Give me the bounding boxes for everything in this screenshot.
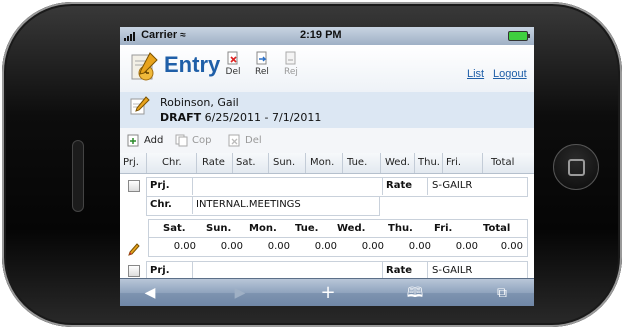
wifi-icon: ≈ xyxy=(180,30,186,41)
forward-icon[interactable]: ▶ xyxy=(230,284,250,302)
battery-icon xyxy=(508,31,530,41)
employee-name: Robinson, Gail xyxy=(160,96,239,109)
period-range: 6/25/2011 - 7/1/2011 xyxy=(204,111,322,124)
thu-hours[interactable]: 0.00 xyxy=(391,241,431,252)
sat-hours[interactable]: 0.00 xyxy=(156,241,196,252)
pages-icon[interactable]: ⧉ xyxy=(492,284,512,302)
prj-label: Prj. xyxy=(150,180,170,191)
timesheet-entry-icon xyxy=(131,52,158,81)
chr-label: Chr. xyxy=(150,199,172,210)
phone-frame: Carrier ≈ 2:19 PM Entry Del Rel Rej List… xyxy=(2,2,622,327)
screen: Carrier ≈ 2:19 PM Entry Del Rel Rej List… xyxy=(120,27,534,306)
copy-icon xyxy=(175,134,188,147)
safari-toolbar: ◀ ▶ + 🕮 ⧉ xyxy=(120,278,534,306)
bookmarks-icon[interactable]: 🕮 xyxy=(405,284,425,302)
app-header: Entry Del Rel Rej List Logout xyxy=(120,45,534,93)
rate-label: Rate xyxy=(386,180,413,191)
total-hours: 0.00 xyxy=(500,241,523,252)
delete-doc-icon xyxy=(227,51,238,65)
col-rate: Rate xyxy=(202,157,225,168)
carrier-name: Carrier xyxy=(141,29,178,41)
add-bookmark-icon[interactable]: + xyxy=(318,284,338,302)
col-sun: Sun. xyxy=(273,157,296,168)
reject-doc-icon xyxy=(285,51,296,65)
wed-hours[interactable]: 0.00 xyxy=(344,241,384,252)
release-button[interactable]: Rel xyxy=(249,51,275,77)
col-fri: Fri. xyxy=(446,157,462,168)
back-icon[interactable]: ◀ xyxy=(140,284,160,302)
logout-link[interactable]: Logout xyxy=(493,68,527,80)
entry-checkbox[interactable] xyxy=(128,265,140,277)
reject-button[interactable]: Rej xyxy=(278,51,304,77)
col-total: Total xyxy=(491,157,515,168)
edit-sheet-icon xyxy=(130,96,150,115)
rate-value[interactable]: S-GAILR xyxy=(432,180,472,191)
day-hours-grid: Sat. Sun. Mon. Tue. Wed. Thu. Fri. Total… xyxy=(148,219,528,257)
prj-value[interactable] xyxy=(196,180,382,192)
column-header-row: Prj. Chr. Rate Sat. Sun. Mon. Tue. Wed. … xyxy=(120,153,534,174)
mon-hours[interactable]: 0.00 xyxy=(250,241,290,252)
release-doc-icon xyxy=(256,51,267,65)
col-tue: Tue. xyxy=(347,157,368,168)
signal-bars-icon xyxy=(124,29,136,41)
status-bar: Carrier ≈ 2:19 PM xyxy=(120,27,534,45)
timesheet-entry: Prj. Rate S-GAILR xyxy=(120,261,534,281)
col-wed: Wed. xyxy=(385,157,410,168)
fri-hours[interactable]: 0.00 xyxy=(438,241,478,252)
home-button[interactable] xyxy=(553,144,599,190)
action-bar: Add Cop Del xyxy=(120,128,534,154)
col-mon: Mon. xyxy=(310,157,335,168)
col-thu: Thu. xyxy=(418,157,440,168)
col-prj: Prj. xyxy=(123,157,139,168)
add-button[interactable]: Add xyxy=(124,132,167,149)
employee-info: Robinson, Gail DRAFT 6/25/2011 - 7/1/201… xyxy=(120,92,534,129)
list-link[interactable]: List xyxy=(467,68,484,80)
col-chr: Chr. xyxy=(162,157,182,168)
prj-label: Prj. xyxy=(150,265,170,276)
add-icon xyxy=(127,134,139,147)
timesheet-entry: Prj. Rate S-GAILR Chr. INTERNAL.MEETINGS… xyxy=(120,175,534,257)
speaker-slot xyxy=(72,140,84,212)
copy-button[interactable]: Cop xyxy=(172,132,215,149)
col-sat: Sat. xyxy=(236,157,256,168)
chr-value[interactable]: INTERNAL.MEETINGS xyxy=(196,199,301,210)
delete-icon xyxy=(228,134,240,147)
status-badge: DRAFT xyxy=(160,111,202,124)
page-title: Entry xyxy=(164,52,221,77)
rate-label: Rate xyxy=(386,265,413,276)
entry-checkbox[interactable] xyxy=(128,180,140,192)
tue-hours[interactable]: 0.00 xyxy=(297,241,337,252)
delete-button[interactable]: Del xyxy=(220,51,246,77)
rate-value[interactable]: S-GAILR xyxy=(432,265,472,276)
home-square-icon xyxy=(568,159,585,176)
sun-hours[interactable]: 0.00 xyxy=(203,241,243,252)
status-time: 2:19 PM xyxy=(300,29,342,41)
delete-row-button[interactable]: Del xyxy=(225,132,266,149)
edit-entry-icon[interactable] xyxy=(128,243,140,257)
